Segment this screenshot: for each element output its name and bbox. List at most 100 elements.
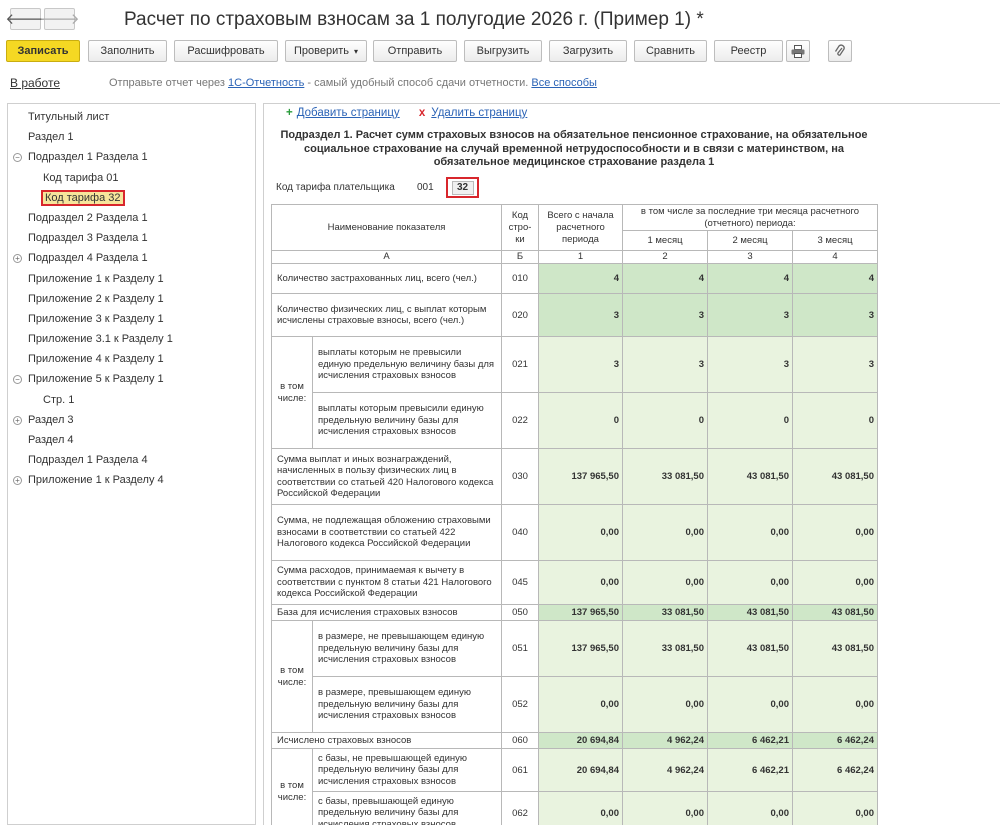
value-cell[interactable]: 4 962,24	[622, 748, 708, 792]
value-cell[interactable]: 0,00	[707, 676, 793, 733]
value-cell[interactable]: 137 965,50	[538, 604, 623, 621]
tree-item[interactable]: Приложение 4 к Разделу 1	[8, 349, 255, 369]
tree-item[interactable]: + Раздел 3	[8, 410, 255, 430]
tree-item[interactable]: Подраздел 2 Раздела 1	[8, 208, 255, 228]
tree-item[interactable]: − Приложение 5 к Разделу 1	[8, 369, 255, 389]
value-cell[interactable]: 0,00	[792, 676, 878, 733]
collapse-icon[interactable]: −	[13, 153, 22, 163]
value-cell[interactable]: 0	[538, 392, 623, 449]
value-cell[interactable]: 0,00	[538, 560, 623, 605]
value-cell[interactable]: 0	[707, 392, 793, 449]
value-cell[interactable]: 0	[792, 392, 878, 449]
value-cell[interactable]: 0,00	[538, 504, 623, 561]
value-cell[interactable]: 0,00	[622, 676, 708, 733]
tree-item[interactable]: Приложение 3 к Разделу 1	[8, 309, 255, 329]
delete-page-link[interactable]: Удалить страницу	[431, 107, 527, 119]
tree-item-label: Раздел 4	[28, 434, 74, 446]
value-cell[interactable]: 0,00	[792, 504, 878, 561]
forward-button[interactable]: 🡒	[39, 8, 80, 30]
value-cell[interactable]: 3	[792, 293, 878, 337]
value-cell[interactable]: 0,00	[538, 791, 623, 825]
value-cell[interactable]: 33 081,50	[622, 620, 708, 677]
value-cell[interactable]: 0	[622, 392, 708, 449]
value-cell[interactable]: 6 462,21	[707, 748, 793, 792]
tree-item[interactable]: Приложение 2 к Разделу 1	[8, 289, 255, 309]
tree-item[interactable]: Титульный лист	[8, 107, 255, 127]
value-cell[interactable]: 0,00	[622, 504, 708, 561]
value-cell[interactable]: 43 081,50	[707, 604, 793, 621]
tree-item[interactable]: Стр. 1	[8, 390, 255, 410]
tree-item[interactable]: Раздел 4	[8, 430, 255, 450]
print-button[interactable]	[786, 40, 810, 62]
tree-item[interactable]: − Подраздел 1 Раздела 1	[8, 147, 255, 167]
row-code: 022	[501, 392, 539, 449]
value-cell[interactable]: 43 081,50	[707, 620, 793, 677]
value-cell[interactable]: 3	[538, 293, 623, 337]
value-cell[interactable]: 0,00	[622, 560, 708, 605]
value-cell[interactable]: 43 081,50	[707, 448, 793, 505]
value-cell[interactable]: 33 081,50	[622, 604, 708, 621]
tree-item[interactable]: Подраздел 1 Раздела 4	[8, 450, 255, 470]
value-cell[interactable]: 137 965,50	[538, 620, 623, 677]
status-link[interactable]: В работе	[10, 76, 60, 90]
check-button[interactable]: Проверить ▾	[285, 40, 367, 62]
collapse-icon[interactable]: −	[13, 375, 22, 385]
value-cell[interactable]: 0,00	[707, 560, 793, 605]
value-cell[interactable]: 20 694,84	[538, 732, 623, 749]
tree-item[interactable]: + Приложение 1 к Разделу 4	[8, 470, 255, 490]
value-cell[interactable]: 4	[622, 263, 708, 294]
tree-item[interactable]: + Подраздел 4 Раздела 1	[8, 248, 255, 268]
value-cell[interactable]: 0,00	[707, 504, 793, 561]
expand-icon[interactable]: +	[13, 415, 22, 425]
value-cell[interactable]: 0,00	[792, 560, 878, 605]
value-cell[interactable]: 33 081,50	[622, 448, 708, 505]
value-cell[interactable]: 4	[792, 263, 878, 294]
value-cell[interactable]: 6 462,24	[792, 732, 878, 749]
import-button[interactable]: Загрузить	[549, 40, 627, 62]
value-cell[interactable]: 4	[707, 263, 793, 294]
save-button[interactable]: Записать	[6, 40, 80, 62]
value-cell[interactable]: 3	[622, 336, 708, 393]
link-1c-reporting[interactable]: 1С-Отчетность	[228, 77, 304, 89]
add-page-link[interactable]: Добавить страницу	[297, 107, 400, 119]
compare-button[interactable]: Сравнить	[634, 40, 707, 62]
value-cell[interactable]: 20 694,84	[538, 748, 623, 792]
value-cell[interactable]: 6 462,24	[792, 748, 878, 792]
back-button[interactable]: 🡐	[5, 8, 46, 30]
value-cell[interactable]: 4 962,24	[622, 732, 708, 749]
tariff-field[interactable]: 32	[446, 177, 479, 198]
tree-item[interactable]: Раздел 1	[8, 127, 255, 147]
paperclip-icon	[834, 44, 845, 56]
attach-button[interactable]	[828, 40, 852, 62]
value-cell[interactable]: 6 462,21	[707, 732, 793, 749]
value-cell[interactable]: 0,00	[792, 791, 878, 825]
value-cell[interactable]: 3	[538, 336, 623, 393]
link-all-methods[interactable]: Все способы	[531, 77, 597, 89]
value-cell[interactable]: 43 081,50	[792, 620, 878, 677]
row-code: 060	[501, 732, 539, 749]
delete-icon: x	[418, 107, 426, 119]
value-cell[interactable]: 0,00	[622, 791, 708, 825]
value-cell[interactable]: 3	[622, 293, 708, 337]
value-cell[interactable]: 0,00	[538, 676, 623, 733]
decode-button[interactable]: Расшифровать	[174, 40, 278, 62]
value-cell[interactable]: 3	[707, 336, 793, 393]
tree-item[interactable]: Код тарифа 01	[8, 168, 255, 188]
value-cell[interactable]: 43 081,50	[792, 604, 878, 621]
value-cell[interactable]: 3	[707, 293, 793, 337]
tree-item[interactable]: Приложение 3.1 к Разделу 1	[8, 329, 255, 349]
export-button[interactable]: Выгрузить	[464, 40, 542, 62]
value-cell[interactable]: 43 081,50	[792, 448, 878, 505]
registry-button[interactable]: Реестр	[714, 40, 783, 62]
fill-button[interactable]: Заполнить	[88, 40, 167, 62]
tree-item[interactable]: Код тарифа 32	[8, 188, 255, 208]
value-cell[interactable]: 0,00	[707, 791, 793, 825]
value-cell[interactable]: 3	[792, 336, 878, 393]
value-cell[interactable]: 137 965,50	[538, 448, 623, 505]
send-button[interactable]: Отправить	[373, 40, 457, 62]
expand-icon[interactable]: +	[13, 254, 22, 264]
tree-item[interactable]: Приложение 1 к Разделу 1	[8, 269, 255, 289]
tree-item[interactable]: Подраздел 3 Раздела 1	[8, 228, 255, 248]
value-cell[interactable]: 4	[538, 263, 623, 294]
expand-icon[interactable]: +	[13, 476, 22, 486]
